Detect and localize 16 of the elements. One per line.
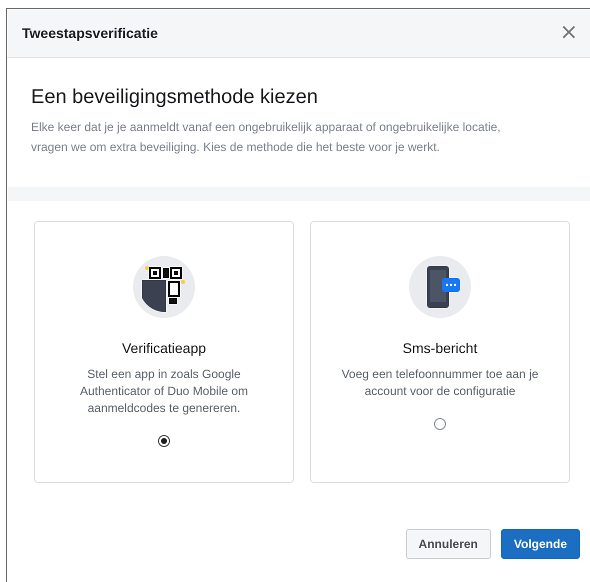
method-title: Sms-bericht [402,340,478,356]
cancel-button[interactable]: Annuleren [406,529,491,559]
method-title: Verificatieapp [122,340,206,356]
close-button[interactable]: × [560,22,578,44]
method-card[interactable]: Sms-bericht Voeg een telefoonnummer toe aan je account voor de configuratie [310,221,570,483]
radio-button[interactable] [434,418,446,430]
next-button[interactable]: Volgende [500,529,580,559]
method-description: Voeg een telefoonnummer toe aan je account voor de configuratie [340,366,540,400]
dialog-title: Tweestapsverificatie [22,25,158,41]
method-description: Stel een app in zoals Google Authenticator of Duo Mobile om aanmeldcodes te genereren. [78,366,250,417]
section-heading: Een beveiligingsmethode kiezen [31,86,319,109]
phone-message-icon [409,256,471,318]
method-card[interactable]: Verificatieapp Stel een app in zoals Google Authenticator of Duo Mobile om aanmeldcodes te genereren. [34,221,294,483]
intro-text: Elke keer dat je je aanmeldt vanaf een ongebruikelijk apparaat of ongebruikelijke locatie, vragen we om extra beveiliging. Kies de methode die het beste voor je werkt. [31,119,501,156]
qr-phone-icon [133,256,195,318]
radio-button[interactable] [158,435,170,447]
